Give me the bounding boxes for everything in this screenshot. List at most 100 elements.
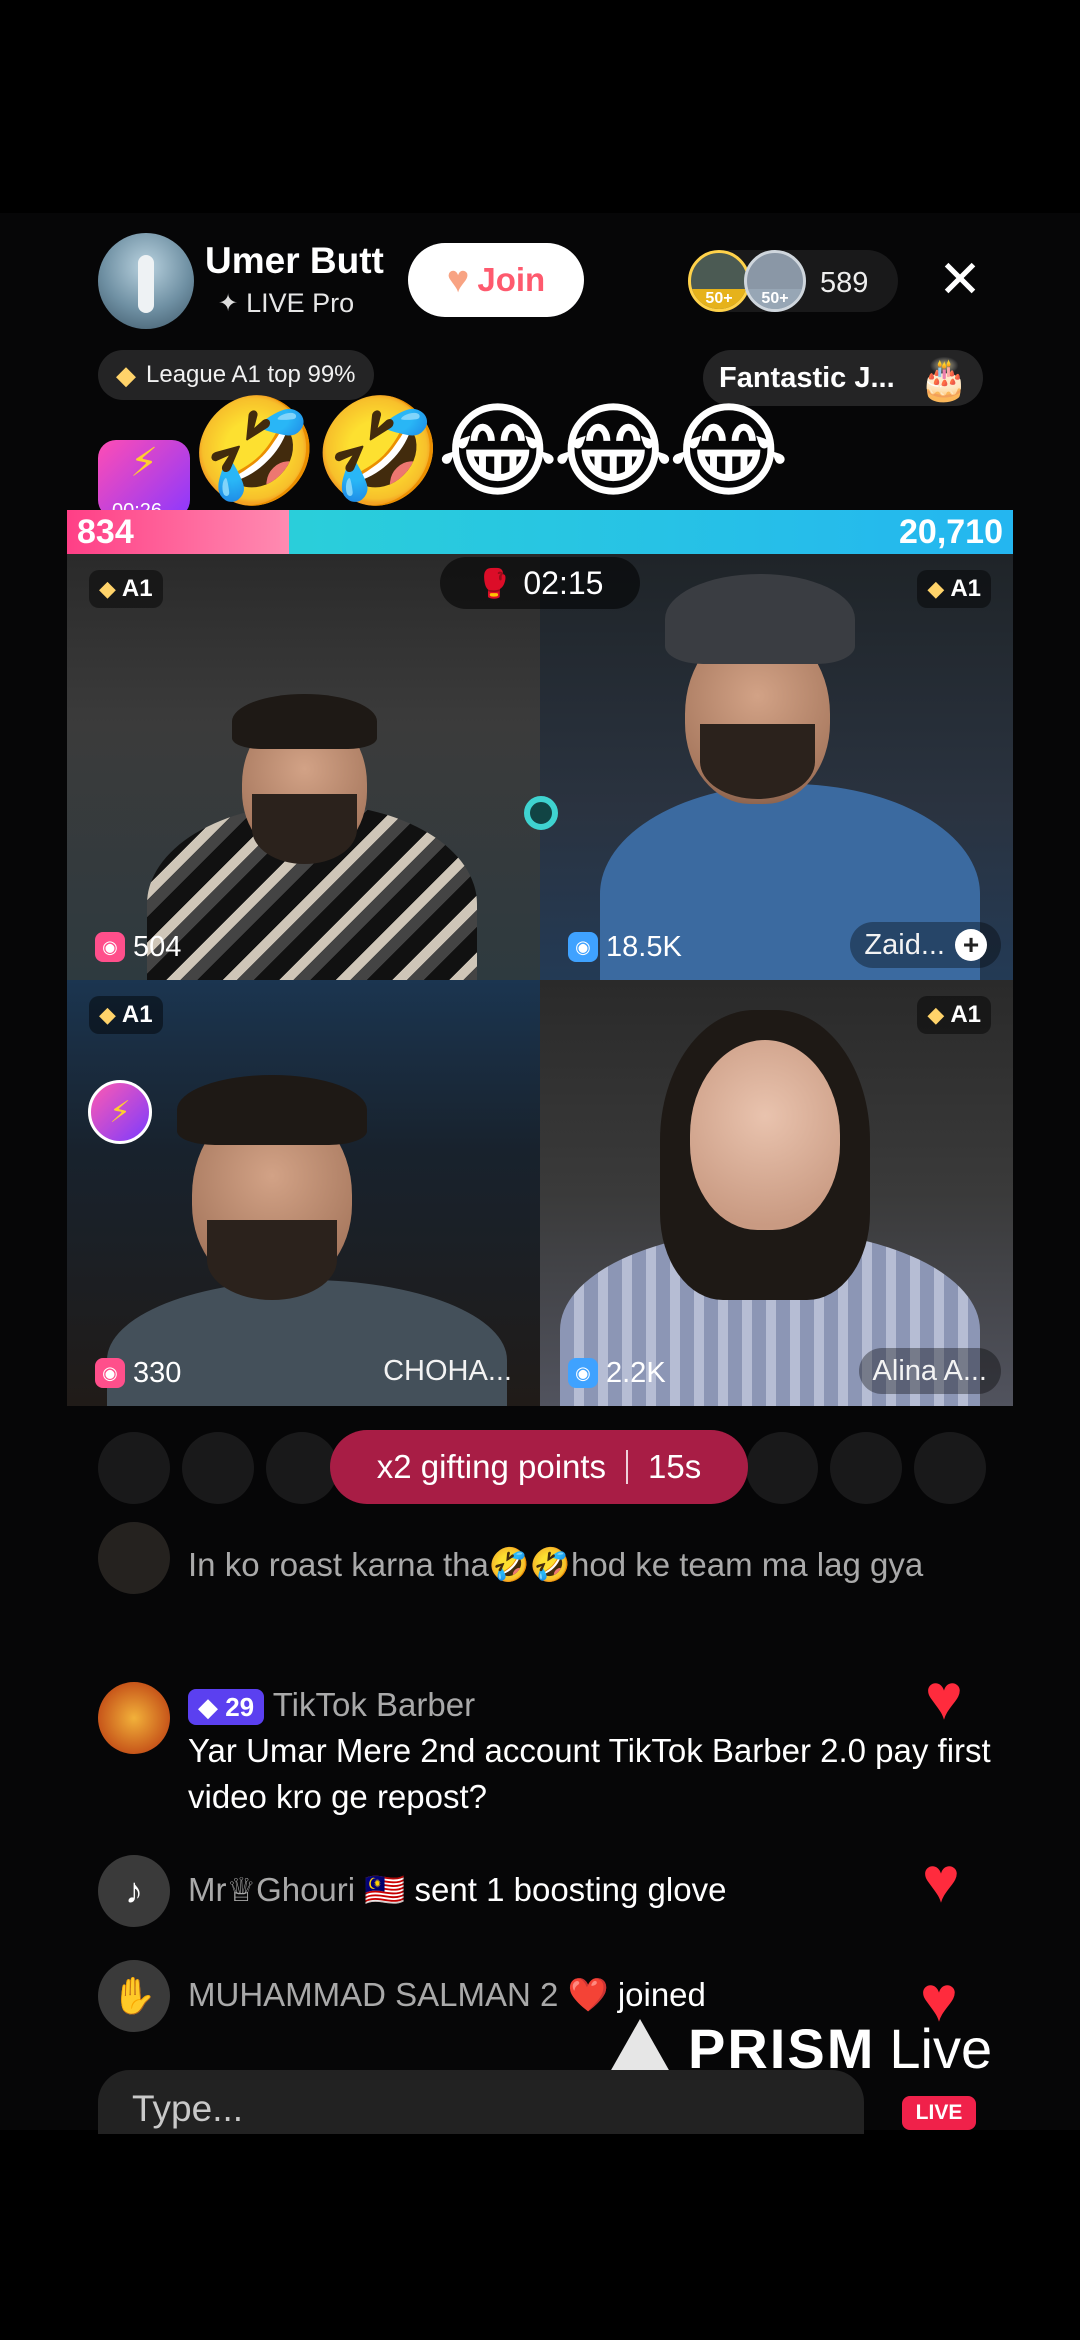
boost-badge-icon[interactable]: ⚡ <box>88 1080 152 1144</box>
diamond-icon: ◆ <box>927 1002 945 1027</box>
host-subtitle: ✦ LIVE Pro <box>218 288 354 319</box>
host-subtitle-text: LIVE Pro <box>246 288 355 318</box>
heart-icon: ♥ <box>925 1661 963 1733</box>
gifter-avatar[interactable] <box>266 1432 338 1504</box>
video-tile[interactable]: ◆ A1 ◉ 330 CHOHA... <box>67 980 540 1406</box>
score-icon: ◉ <box>568 1358 598 1388</box>
video-tile[interactable]: ◆ A1 ◉ 18.5K Zaid... + <box>540 554 1013 980</box>
chat-input[interactable]: Type... <box>98 2070 864 2134</box>
top-viewer-avatar[interactable]: 50+ <box>744 250 806 312</box>
chat-username[interactable]: TikTok Barber <box>273 1686 475 1723</box>
close-button[interactable]: ✕ <box>936 252 984 308</box>
gifter-avatar[interactable] <box>830 1432 902 1504</box>
viewer-rank-badge: 50+ <box>691 289 747 309</box>
score-icon: ◉ <box>568 932 598 962</box>
gifting-countdown: 15s <box>648 1448 702 1485</box>
person-hair <box>232 694 377 749</box>
tile-league-badge: ◆ A1 <box>917 570 991 608</box>
tile-league-badge: ◆ A1 <box>89 570 163 608</box>
tile-league-label: A1 <box>121 575 153 602</box>
join-button[interactable]: ♥ Join <box>408 243 584 317</box>
person-beard <box>252 794 357 864</box>
tile-score-value: 504 <box>133 930 182 963</box>
divider <box>626 1450 629 1484</box>
boxing-gloves-icon: 🥊 <box>476 567 512 599</box>
tile-league-label: A1 <box>950 1001 981 1028</box>
chat-message[interactable]: ♪ Mr♕Ghouri 🇲🇾 sent 1 boosting glove <box>98 1855 998 1927</box>
battle-score-bar: 834 20,710 <box>67 510 1013 554</box>
chat-line: Mr♕Ghouri 🇲🇾 sent 1 boosting glove <box>188 1867 948 1913</box>
score-icon: ◉ <box>95 1358 125 1388</box>
diamond-icon: ◆ <box>99 1002 116 1027</box>
chat-username[interactable]: Mr♕Ghouri 🇲🇾 <box>188 1871 405 1908</box>
watermark-light: Live <box>889 2017 993 2080</box>
chat-avatar[interactable] <box>98 1682 170 1754</box>
level-value: 29 <box>225 1692 255 1723</box>
ranking-label: Fantastic J... <box>719 361 895 394</box>
tile-league-label: A1 <box>950 575 981 602</box>
tile-score: ◉ 330 <box>95 1352 181 1394</box>
wave-hand-icon: ✋ <box>98 1960 170 2032</box>
host-name[interactable]: Umer Butt <box>205 240 384 282</box>
tile-league-badge: ◆ A1 <box>89 996 163 1034</box>
chat-username[interactable]: MUHAMMAD SALMAN 2 ❤️ <box>188 1976 609 2013</box>
top-viewer-avatar[interactable]: 50+ <box>688 250 750 312</box>
video-tile[interactable]: ◆ A1 ◉ 2.2K Alina A... <box>540 980 1013 1406</box>
chat-text: sent 1 boosting glove <box>414 1871 727 1908</box>
level-badge: ◆ 29 <box>188 1689 265 1726</box>
heart-icon: ♥ <box>922 1844 960 1916</box>
tile-name-tag[interactable]: Zaid... + <box>850 922 1001 968</box>
tile-name-label: Alina A... <box>872 1354 987 1387</box>
person-beard <box>207 1220 337 1300</box>
chat-text: Yar Umar Mere 2nd account TikTok Barber … <box>188 1732 991 1815</box>
app-screen: Umer Butt ✦ LIVE Pro ♥ Join 50+ 50+ 589 … <box>0 0 1080 2340</box>
gifting-label: x2 gifting points <box>376 1448 607 1485</box>
chat-line: MUHAMMAD SALMAN 2 ❤️ joined <box>188 1972 948 2018</box>
chat-avatar[interactable] <box>98 1522 170 1594</box>
viewer-count[interactable]: 589 <box>820 267 868 300</box>
sparkle-icon: ✦ <box>218 290 239 317</box>
score-icon: ◉ <box>95 932 125 962</box>
grid-center-dot-icon <box>524 796 558 830</box>
tile-name-tag[interactable]: CHOHA... <box>369 1348 526 1394</box>
gifter-avatar[interactable] <box>182 1432 254 1504</box>
person-cap <box>665 574 855 664</box>
follow-plus-icon[interactable]: + <box>955 929 987 961</box>
battle-right-score: 20,710 <box>899 513 1003 551</box>
chat-text: joined <box>617 1976 706 2013</box>
diamond-icon: ◆ <box>116 359 136 390</box>
video-tile[interactable]: ◆ A1 ◉ 504 <box>67 554 540 980</box>
host-avatar[interactable] <box>98 233 194 329</box>
tile-score: ◉ 18.5K <box>568 926 682 968</box>
battle-timer: 🥊 02:15 <box>440 557 640 609</box>
tile-name-label: Zaid... <box>864 928 945 961</box>
person-face <box>690 1040 840 1230</box>
tile-name-tag[interactable]: Alina A... <box>858 1348 1001 1394</box>
tile-score: ◉ 504 <box>95 926 181 968</box>
diamond-icon: ◆ <box>99 576 116 601</box>
gifter-avatar[interactable] <box>746 1432 818 1504</box>
video-grid: ◆ A1 ◉ 504 ◆ A1 ◉ 18.5K Zaid... + ◆ A1 ◉ 330 CH… <box>67 554 1013 1406</box>
tile-league-label: A1 <box>121 1001 153 1028</box>
tile-league-badge: ◆ A1 <box>917 996 991 1034</box>
tile-score-value: 2.2K <box>606 1356 666 1389</box>
cake-icon: 🎂 <box>919 358 969 402</box>
battle-timer-value: 02:15 <box>523 564 604 601</box>
tile-score-value: 330 <box>133 1356 182 1389</box>
person-hair <box>177 1075 367 1145</box>
tile-score-value: 18.5K <box>606 930 682 963</box>
gifting-points-pill[interactable]: x2 gifting points 15s <box>330 1430 748 1504</box>
tiktok-icon: ♪ <box>98 1855 170 1927</box>
league-label: League A1 top 99% <box>146 361 356 388</box>
gifter-avatar[interactable] <box>98 1432 170 1504</box>
diamond-icon: ◆ <box>927 576 945 601</box>
join-label: Join <box>477 261 546 298</box>
tile-name-label: CHOHA... <box>383 1354 512 1387</box>
gifter-avatar[interactable] <box>914 1432 986 1504</box>
chat-message[interactable]: ◆ 29 TikTok Barber Yar Umar Mere 2nd acc… <box>98 1682 998 1815</box>
live-tag: LIVE <box>902 2096 976 2130</box>
person-beard <box>700 724 815 799</box>
viewer-rank-badge: 50+ <box>747 289 803 309</box>
chat-message[interactable]: In ko roast karna tha🤣🤣hod ke team ma la… <box>98 1522 998 1642</box>
heart-plus-icon: ♥ <box>446 258 470 301</box>
